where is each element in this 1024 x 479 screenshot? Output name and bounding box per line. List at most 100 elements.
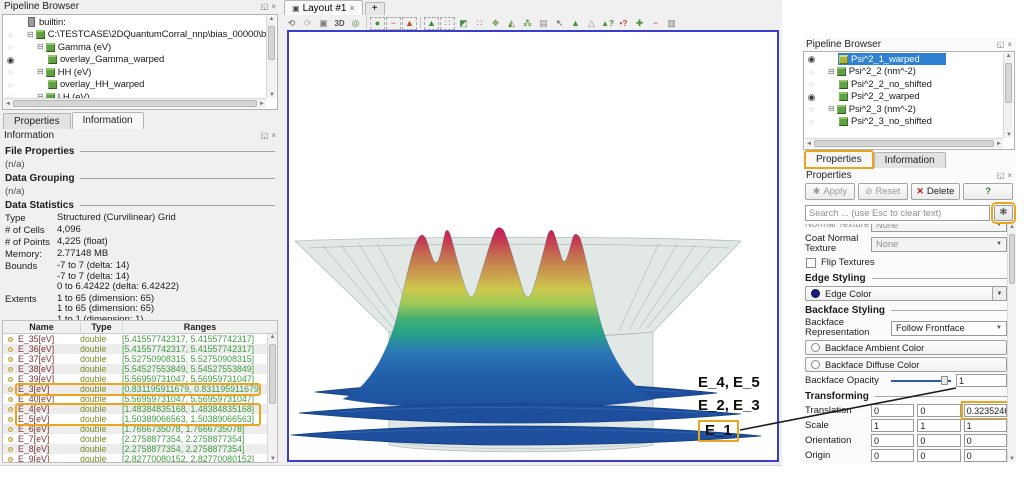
- table-row[interactable]: E_8[eV]double[2.2758877354, 2.2758877354…: [3, 444, 267, 454]
- backface-diffuse-color-button[interactable]: Backface Diffuse Color: [805, 357, 1007, 372]
- tab-properties[interactable]: Properties: [805, 151, 873, 168]
- horizontal-scrollbar[interactable]: ◄►: [805, 138, 1003, 148]
- pipeline-item[interactable]: ◉Psi^2_1_warped: [805, 53, 1003, 66]
- pipeline-item[interactable]: ◉overlay_Gamma_warped: [4, 54, 266, 67]
- pipeline-item[interactable]: ○⊟HH (eV): [4, 66, 266, 79]
- delete-button[interactable]: ✕Delete: [911, 183, 961, 200]
- close-panel-icon[interactable]: ×: [1007, 41, 1012, 49]
- table-row[interactable]: E_7[eV]double[2.2758877354, 2.2758877354…: [3, 434, 267, 444]
- pipeline-item[interactable]: ○Psi^2_3_no_shifted: [805, 116, 1003, 129]
- pipeline-item[interactable]: ○Psi^2_2_no_shifted: [805, 78, 1003, 91]
- horizontal-scrollbar[interactable]: ◄►: [4, 98, 266, 108]
- pipeline-item[interactable]: builtin:: [4, 16, 266, 29]
- close-panel-icon[interactable]: ×: [271, 3, 276, 11]
- scale-z-input[interactable]: 1: [964, 419, 1007, 432]
- translation-y-input[interactable]: 0: [917, 404, 960, 417]
- origin-x-input[interactable]: 0: [871, 449, 914, 462]
- table-row[interactable]: E_9[eV]double[2.82770080152, 2.827700801…: [3, 454, 267, 462]
- eye-closed-icon[interactable]: ○: [805, 104, 818, 114]
- zoom-closest-to-data-icon[interactable]: ●: [370, 17, 385, 30]
- close-tab-icon[interactable]: ×: [350, 3, 355, 13]
- select-points-polygon-icon[interactable]: △: [584, 17, 599, 30]
- select-points-through-icon[interactable]: ∷: [472, 17, 487, 30]
- eye-closed-icon[interactable]: ○: [4, 80, 17, 90]
- table-row[interactable]: E_5[eV]double[1.50389066563, 1.503890665…: [3, 414, 267, 424]
- vertical-scrollbar[interactable]: ▲▼: [1007, 224, 1016, 462]
- expander-icon[interactable]: ⊟: [37, 68, 44, 76]
- edge-color-button[interactable]: Edge Color: [805, 286, 993, 301]
- eye-open-icon[interactable]: ◉: [805, 92, 818, 102]
- expander-icon[interactable]: ⊟: [828, 68, 835, 76]
- coat-normal-texture-select[interactable]: None▼: [871, 237, 1007, 252]
- eye-closed-icon[interactable]: ○: [805, 67, 818, 77]
- normal-texture-select[interactable]: None▼: [871, 224, 1007, 232]
- reset-camera-closest-icon[interactable]: ⟳: [300, 17, 315, 30]
- float-panel-icon[interactable]: ◱: [261, 132, 269, 140]
- table-row[interactable]: E_3[eV]double[0.831195911679, 0.83119591…: [3, 384, 267, 394]
- float-panel-icon[interactable]: ◱: [261, 3, 269, 11]
- pipeline-item[interactable]: ○⊟Gamma (eV): [4, 41, 266, 54]
- backface-ambient-color-button[interactable]: Backface Ambient Color: [805, 340, 1007, 355]
- expander-icon[interactable]: ⊟: [27, 31, 34, 39]
- hide-selection-icon[interactable]: −: [386, 17, 401, 30]
- select-cells-through-icon[interactable]: ◩: [456, 17, 471, 30]
- close-panel-icon[interactable]: ×: [1007, 172, 1012, 180]
- clear-selection-icon[interactable]: ▥: [664, 17, 679, 30]
- origin-y-input[interactable]: 0: [917, 449, 960, 462]
- toggle-2d3d-icon[interactable]: 3D: [332, 17, 347, 30]
- eye-closed-icon[interactable]: ○: [805, 79, 818, 89]
- close-panel-icon[interactable]: ×: [271, 132, 276, 140]
- backface-opacity-input[interactable]: 1: [956, 374, 1007, 387]
- gear-button[interactable]: ✱: [994, 205, 1013, 221]
- pipeline-item[interactable]: ○⊟LH (eV): [4, 91, 266, 98]
- query-points-icon[interactable]: •?: [616, 17, 631, 30]
- eye-closed-icon[interactable]: ○: [4, 42, 17, 52]
- capture-screenshot-icon[interactable]: ▣: [316, 17, 331, 30]
- vertical-scrollbar[interactable]: ▲▼: [267, 334, 277, 462]
- select-points-on-icon[interactable]: ∷: [440, 17, 455, 30]
- float-panel-icon[interactable]: ◱: [997, 172, 1005, 180]
- interactive-select-points-icon[interactable]: ⁂: [520, 17, 535, 30]
- zoom-to-data-icon[interactable]: ◎: [348, 17, 363, 30]
- origin-z-input[interactable]: 0: [964, 449, 1007, 462]
- add-layout-tab-button[interactable]: +: [365, 2, 385, 15]
- tab-information[interactable]: Information: [874, 152, 946, 168]
- shrink-selection-icon[interactable]: −: [648, 17, 663, 30]
- flip-textures-checkbox[interactable]: [806, 258, 816, 268]
- eye-open-icon[interactable]: ◉: [4, 55, 17, 65]
- float-panel-icon[interactable]: ◱: [997, 41, 1005, 49]
- pointer-icon[interactable]: ↖: [552, 17, 567, 30]
- apply-button[interactable]: ✱Apply: [805, 183, 855, 200]
- search-input[interactable]: [805, 205, 990, 221]
- eye-open-icon[interactable]: ◉: [805, 54, 818, 64]
- pipeline-item[interactable]: ○⊟C:\TESTCASE\2DQuantumCorral_nnp\bias_0…: [4, 29, 266, 42]
- eye-closed-icon[interactable]: ○: [4, 67, 17, 77]
- edge-color-dropdown[interactable]: ▼: [993, 286, 1007, 301]
- select-cells-polygon-icon[interactable]: ▲: [568, 17, 583, 30]
- help-button[interactable]: ?: [963, 183, 1013, 200]
- translation-x-input[interactable]: 0: [871, 404, 914, 417]
- vertical-scrollbar[interactable]: ▲▼: [1003, 53, 1013, 138]
- interactive-select-cells-icon[interactable]: ◭: [504, 17, 519, 30]
- expander-icon[interactable]: ⊟: [828, 105, 835, 113]
- reset-camera-icon[interactable]: ⟲: [284, 17, 299, 30]
- reset-button[interactable]: ⊘Reset: [858, 183, 908, 200]
- vertical-scrollbar[interactable]: ▲▼: [266, 16, 276, 98]
- table-row[interactable]: E_39[eV]double[5.56959731047, 5.56959731…: [3, 374, 267, 384]
- orientation-x-input[interactable]: 0: [871, 434, 914, 447]
- table-row[interactable]: E_37[eV]double[5.52750908315, 5.52750908…: [3, 354, 267, 364]
- tab-properties[interactable]: Properties: [3, 113, 71, 129]
- table-row[interactable]: E_35[eV]double[5.41557742317, 5.41557742…: [3, 334, 267, 344]
- grow-selection-icon[interactable]: ✚: [632, 17, 647, 30]
- select-cells-on-icon[interactable]: ▲: [424, 17, 439, 30]
- pipeline-item[interactable]: ○⊟Psi^2_3 (nm^-2): [805, 103, 1003, 116]
- scale-x-input[interactable]: 1: [871, 419, 914, 432]
- table-row[interactable]: E_38[eV]double[5.54527553849, 5.54527553…: [3, 364, 267, 374]
- table-row[interactable]: E_40[eV]double[5.56959731047, 5.56959731…: [3, 394, 267, 404]
- pipeline-item[interactable]: ◉Psi^2_2_warped: [805, 91, 1003, 104]
- pipeline-item[interactable]: ○overlay_HH_warped: [4, 79, 266, 92]
- table-row[interactable]: E_4[eV]double[1.48384835168, 1.483848351…: [3, 404, 267, 414]
- select-block-icon[interactable]: ❖: [488, 17, 503, 30]
- extract-selection-icon[interactable]: ▲: [402, 17, 417, 30]
- table-header[interactable]: Name Type Ranges: [3, 321, 277, 334]
